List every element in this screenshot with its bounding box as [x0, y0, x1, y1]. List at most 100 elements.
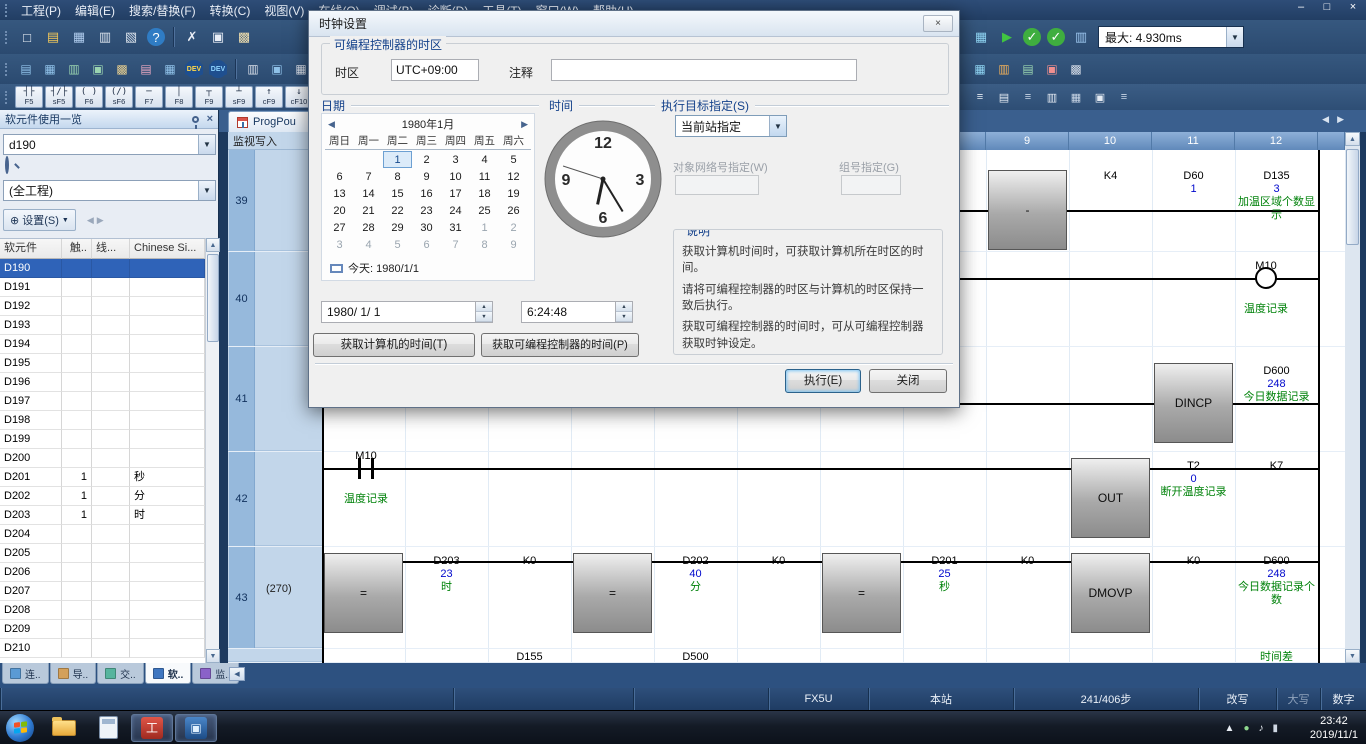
- restore-button-icon[interactable]: □: [1320, 1, 1334, 13]
- contact-symbol[interactable]: [371, 458, 374, 479]
- pointer-icon[interactable]: ≡: [1017, 87, 1039, 107]
- calendar-day[interactable]: 5: [499, 151, 528, 168]
- calendar-day[interactable]: 28: [354, 219, 383, 236]
- hscroll-left-icon[interactable]: ◀: [229, 667, 245, 681]
- new-icon[interactable]: □: [15, 25, 39, 49]
- calendar-day[interactable]: 16: [412, 185, 441, 202]
- comment-icon[interactable]: ▤: [135, 58, 157, 80]
- tab-progpou[interactable]: ProgPou: [228, 111, 316, 132]
- calendar-day[interactable]: 18: [470, 185, 499, 202]
- fkey-sF9-button[interactable]: ┴sF9: [225, 86, 253, 108]
- help-icon[interactable]: ?: [147, 28, 165, 46]
- calendar-day[interactable]: 21: [354, 202, 383, 219]
- run-icon[interactable]: ▶: [995, 25, 1019, 49]
- calendar-day[interactable]: 12: [499, 168, 528, 185]
- table-row[interactable]: D209: [0, 620, 205, 639]
- spin-down-icon[interactable]: ▼: [616, 312, 632, 322]
- menu-item[interactable]: 工程(P): [14, 0, 68, 21]
- instruction-block[interactable]: =: [822, 553, 901, 633]
- panel-tab[interactable]: 交..: [97, 663, 144, 684]
- timezone-input[interactable]: UTC+09:00: [391, 59, 479, 81]
- calendar-day[interactable]: 9: [412, 168, 441, 185]
- calendar-day[interactable]: 15: [383, 185, 412, 202]
- scroll-up-icon[interactable]: ▲: [206, 238, 220, 252]
- instruction-block[interactable]: DINCP: [1154, 363, 1233, 443]
- monitor-mode-icon[interactable]: ▦: [969, 25, 993, 49]
- calendar-day[interactable]: 8: [383, 168, 412, 185]
- device-comment-icon[interactable]: ▥: [1041, 87, 1063, 107]
- table-row[interactable]: D2011秒: [0, 468, 205, 487]
- calendar-day[interactable]: 4: [470, 151, 499, 168]
- scrollbar-thumb[interactable]: [1346, 149, 1359, 245]
- table-row[interactable]: D2021分: [0, 487, 205, 506]
- coil-symbol[interactable]: [1255, 267, 1277, 289]
- search-icon[interactable]: [5, 158, 23, 176]
- diagnostics-icon[interactable]: ▣: [1041, 58, 1063, 80]
- calendar-day[interactable]: 22: [383, 202, 412, 219]
- menu-item[interactable]: 编辑(E): [68, 0, 122, 21]
- scan-time-combo[interactable]: 最大: 4.930ms ▼: [1098, 26, 1244, 48]
- write-to-plc-icon[interactable]: ▥: [993, 58, 1015, 80]
- calendar-day[interactable]: 10: [441, 168, 470, 185]
- paste-icon[interactable]: ▩: [232, 25, 256, 49]
- calendar-day[interactable]: 1: [383, 151, 412, 168]
- table-row[interactable]: D195: [0, 354, 205, 373]
- table-row[interactable]: D208: [0, 601, 205, 620]
- pin-icon[interactable]: [192, 116, 199, 123]
- cross-reference-icon[interactable]: ▥: [242, 58, 264, 80]
- calendar-day[interactable]: 6: [325, 168, 354, 185]
- table-row[interactable]: D200: [0, 449, 205, 468]
- calendar-day[interactable]: 3: [441, 151, 470, 168]
- dialog-close-button[interactable]: ×: [923, 15, 953, 32]
- fkey-F7-button[interactable]: ─F7: [135, 86, 163, 108]
- calendar-day[interactable]: 17: [441, 185, 470, 202]
- statement-icon[interactable]: ≡: [969, 87, 991, 107]
- scope-combo[interactable]: (全工程) ▼: [3, 180, 216, 201]
- scrollbar-thumb[interactable]: [207, 254, 219, 342]
- chevron-down-icon[interactable]: ▼: [198, 135, 215, 154]
- tab-scroll-left-icon[interactable]: ◀: [1322, 114, 1329, 125]
- menu-item[interactable]: 转换(C): [203, 0, 258, 21]
- label-icon[interactable]: ▣: [87, 58, 109, 80]
- next-arrow-icon[interactable]: ▶: [97, 215, 104, 226]
- panel-titlebar[interactable]: 软元件使用一览 ×: [0, 110, 218, 129]
- date-input[interactable]: 1980/ 1/ 1 ▲▼: [321, 301, 493, 323]
- delete-row-icon[interactable]: ▣: [1089, 87, 1111, 107]
- calendar-next-icon[interactable]: ▶: [521, 119, 528, 130]
- panel-tab[interactable]: 连..: [2, 663, 49, 684]
- calendar-day[interactable]: 7: [354, 168, 383, 185]
- table-row[interactable]: D206: [0, 563, 205, 582]
- menu-item[interactable]: 搜索/替换(F): [122, 0, 203, 21]
- close-button-icon[interactable]: ×: [1346, 1, 1360, 13]
- settings-button[interactable]: ⊕ 设置(S) ▼: [3, 209, 76, 231]
- rung-number[interactable]: 43: [229, 547, 255, 648]
- panel-tab[interactable]: 软..: [145, 663, 192, 684]
- remote-operation-icon[interactable]: ▩: [1065, 58, 1087, 80]
- time-input[interactable]: 6:24:48 ▲▼: [521, 301, 633, 323]
- calendar-day[interactable]: 25: [470, 202, 499, 219]
- table-row[interactable]: D191: [0, 278, 205, 297]
- calendar-day[interactable]: 1: [470, 219, 499, 236]
- calendar-day[interactable]: 26: [499, 202, 528, 219]
- calendar-day[interactable]: 8: [470, 236, 499, 253]
- calendar-day[interactable]: 29: [383, 219, 412, 236]
- watch-window-icon[interactable]: ▣: [266, 58, 288, 80]
- chevron-down-icon[interactable]: ▼: [198, 181, 215, 200]
- calendar-day[interactable]: 23: [412, 202, 441, 219]
- calendar-prev-icon[interactable]: ◀: [328, 119, 335, 130]
- device-table-scrollbar[interactable]: ▲ ▼: [205, 238, 219, 663]
- calendar-day[interactable]: 24: [441, 202, 470, 219]
- edit-mode-icon[interactable]: ≡: [1113, 87, 1135, 107]
- dialog-titlebar[interactable]: 时钟设置 ×: [309, 11, 959, 37]
- spin-down-icon[interactable]: ▼: [476, 312, 492, 322]
- calendar-day[interactable]: 7: [441, 236, 470, 253]
- tab-scroll-right-icon[interactable]: ▶: [1337, 114, 1344, 125]
- table-row[interactable]: D207: [0, 582, 205, 601]
- fb-icon[interactable]: ▥: [63, 58, 85, 80]
- insert-row-icon[interactable]: ▦: [1065, 87, 1087, 107]
- table-row[interactable]: D197: [0, 392, 205, 411]
- panel-tab[interactable]: 导..: [50, 663, 97, 684]
- chevron-down-icon[interactable]: ▼: [769, 116, 786, 136]
- close-button[interactable]: 关闭: [869, 369, 947, 393]
- program-icon[interactable]: ▦: [39, 58, 61, 80]
